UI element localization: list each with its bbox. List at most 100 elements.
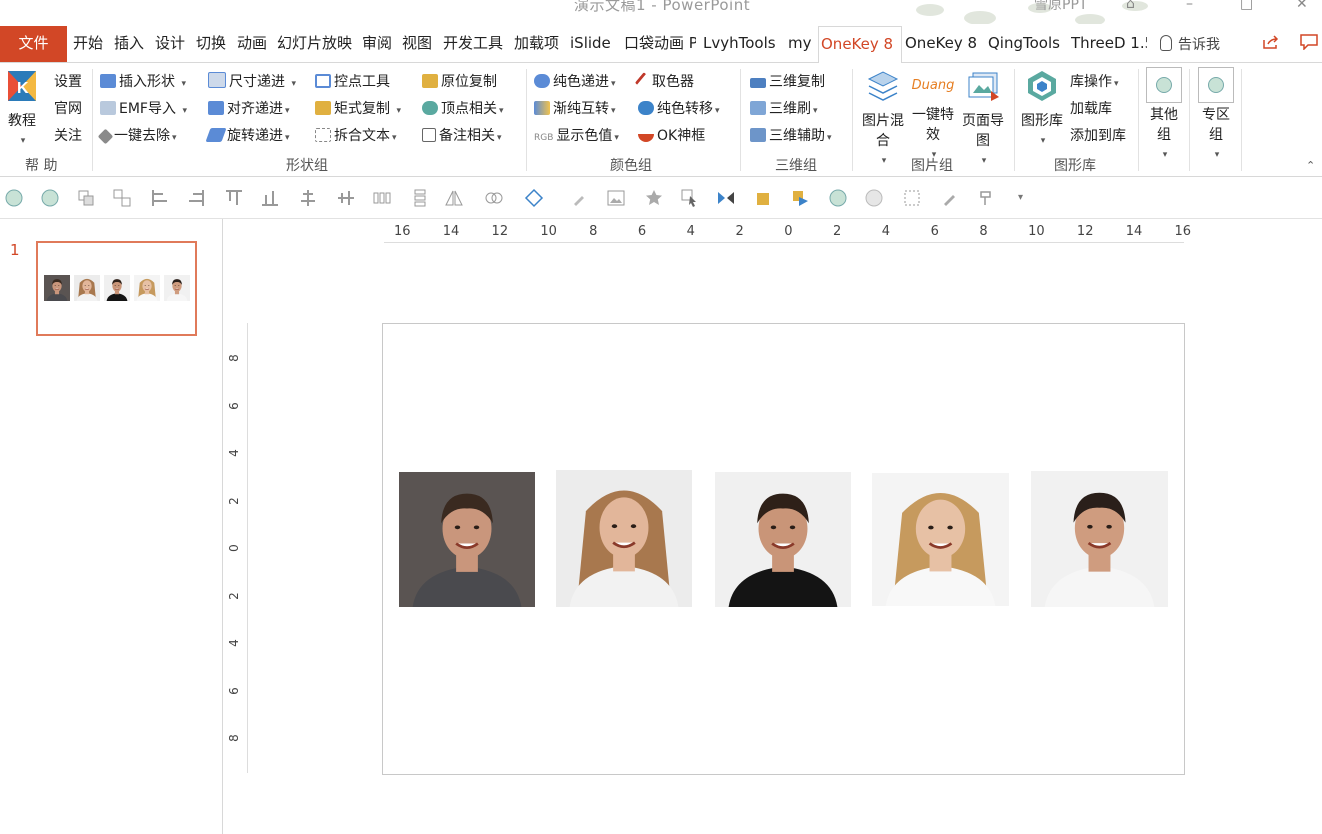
page-nav-button[interactable]: 页面导图 ▾	[958, 69, 1008, 171]
tutorial-button[interactable]: K 教程 ▾	[2, 69, 42, 151]
picture-icon[interactable]	[606, 188, 626, 208]
shape-color-icon[interactable]	[790, 188, 810, 208]
rotate-step-button[interactable]: 旋转递进 ▾	[205, 125, 290, 145]
share-icon[interactable]	[1262, 34, 1280, 50]
tab-transitions[interactable]: 切换	[196, 26, 226, 60]
star-icon[interactable]	[644, 188, 664, 208]
circle-tool-icon[interactable]	[40, 188, 60, 208]
merge-shapes-icon[interactable]	[484, 188, 504, 208]
ok-frame-button[interactable]: OK神框	[638, 125, 705, 145]
fill-color-icon[interactable]	[754, 188, 774, 208]
solid-transfer-button[interactable]: 纯色转移 ▾	[638, 98, 720, 118]
duang-effect-button[interactable]: Duang 一键特效 ▾	[910, 69, 956, 165]
tab-developer[interactable]: 开发工具	[443, 26, 503, 60]
special-group-button[interactable]: 专区组 ▾	[1196, 67, 1236, 165]
restore-ribbon-icon[interactable]: ⌂	[1126, 0, 1142, 12]
color-picker-button[interactable]: 取色器	[634, 71, 694, 91]
special-group-icon	[1198, 67, 1234, 103]
size-step-button[interactable]: 尺寸递进 ▾	[208, 71, 296, 91]
tab-design[interactable]: 设计	[155, 26, 185, 60]
align-left-icon[interactable]	[150, 188, 170, 208]
split-text-button[interactable]: 拆合文本 ▾	[315, 125, 397, 145]
portrait-photo[interactable]	[715, 472, 851, 607]
tab-review[interactable]: 审阅	[362, 26, 392, 60]
portrait-photo[interactable]	[872, 473, 1009, 606]
tab-threed[interactable]: ThreeD 1.5	[1071, 26, 1147, 60]
brush-icon[interactable]	[570, 188, 590, 208]
tell-me-search[interactable]: 告诉我	[1160, 34, 1220, 54]
circle-disabled-icon[interactable]	[864, 188, 884, 208]
eyedropper-icon[interactable]	[940, 188, 960, 208]
tab-lvyhtools[interactable]: LvyhTools	[703, 26, 776, 60]
tab-islide[interactable]: iSlide	[570, 26, 611, 60]
minimize-icon[interactable]: –	[1186, 0, 1202, 12]
flip-icon[interactable]	[444, 188, 464, 208]
settings-button[interactable]: 设置	[54, 71, 82, 91]
library-ops-button[interactable]: 库操作 ▾	[1070, 71, 1119, 91]
tab-slideshow[interactable]: 幻灯片放映	[277, 26, 352, 60]
tab-view[interactable]: 视图	[402, 26, 432, 60]
matrix-copy-button[interactable]: 矩式复制 ▾	[315, 98, 401, 118]
collapse-ribbon-icon[interactable]: ⌃	[1306, 159, 1315, 172]
maximize-icon[interactable]: □	[1240, 0, 1256, 12]
show-color-button[interactable]: RGB 显示色值 ▾	[534, 125, 619, 145]
slide-canvas[interactable]	[382, 323, 1185, 775]
insert-shape-button[interactable]: 插入形状 ▾	[100, 71, 186, 91]
align-middle-icon[interactable]	[336, 188, 356, 208]
note-button[interactable]: 备注相关 ▾	[422, 125, 502, 145]
select-pointer-icon[interactable]	[680, 188, 700, 208]
threed-assist-button[interactable]: 三维辅助 ▾	[750, 125, 832, 145]
tab-insert[interactable]: 插入	[114, 26, 144, 60]
tab-qingtools[interactable]: QingTools	[988, 26, 1060, 60]
vertex-button[interactable]: 顶点相关 ▾	[422, 98, 504, 118]
threed-copy-button[interactable]: 三维复制	[750, 71, 825, 91]
emf-import-button[interactable]: EMF导入 ▾	[100, 98, 187, 118]
portrait-photo[interactable]	[399, 472, 535, 607]
insert-shape-icon	[100, 74, 116, 88]
split-text-icon	[315, 128, 331, 142]
image-blend-button[interactable]: 图片混合 ▾	[858, 69, 908, 171]
comment-icon[interactable]	[1300, 34, 1318, 50]
tab-my[interactable]: my	[788, 26, 812, 60]
load-library-button[interactable]: 加载库	[1070, 98, 1112, 118]
shape-library-button[interactable]: 图形库 ▾	[1020, 69, 1064, 151]
portrait-photo[interactable]	[1031, 471, 1168, 607]
tab-pocket-animation[interactable]: 口袋动画 P	[624, 26, 696, 60]
threed-brush-button[interactable]: 三维刷 ▾	[750, 98, 818, 118]
circle-tool-icon[interactable]	[828, 188, 848, 208]
tab-onekey-active[interactable]: OneKey 8	[818, 26, 902, 64]
matrix-copy-icon	[315, 101, 331, 115]
close-icon[interactable]: ✕	[1296, 0, 1312, 12]
format-painter-icon[interactable]	[976, 188, 996, 208]
align-center-icon[interactable]	[298, 188, 318, 208]
tab-animations[interactable]: 动画	[237, 26, 267, 60]
tab-onekey[interactable]: OneKey 8	[905, 26, 977, 60]
other-group-button[interactable]: 其他组 ▾	[1144, 67, 1184, 165]
circle-tool-icon[interactable]	[4, 188, 24, 208]
align-step-button[interactable]: 对齐递进 ▾	[208, 98, 290, 118]
group-icon[interactable]	[76, 188, 96, 208]
slide-thumbnail[interactable]	[36, 241, 197, 336]
website-button[interactable]: 官网	[54, 98, 82, 118]
original-copy-button[interactable]: 原位复制	[422, 71, 497, 91]
edit-shape-icon[interactable]	[524, 188, 544, 208]
animation-timer-icon[interactable]	[716, 188, 736, 208]
crop-frame-icon[interactable]	[902, 188, 922, 208]
align-right-icon[interactable]	[186, 188, 206, 208]
customize-toolbar-icon[interactable]: ▾	[1018, 192, 1023, 203]
tab-home[interactable]: 开始	[73, 26, 103, 60]
align-bottom-icon[interactable]	[260, 188, 280, 208]
align-top-icon[interactable]	[224, 188, 244, 208]
distribute-vertical-icon[interactable]	[410, 188, 430, 208]
tab-file[interactable]: 文件	[0, 26, 67, 62]
gradient-swap-button[interactable]: 渐纯互转 ▾	[534, 98, 616, 118]
add-to-library-button[interactable]: 添加到库	[1070, 125, 1126, 145]
one-key-remove-button[interactable]: 一键去除 ▾	[97, 125, 177, 145]
solid-step-button[interactable]: 纯色递进 ▾	[534, 71, 616, 91]
distribute-horizontal-icon[interactable]	[372, 188, 392, 208]
portrait-photo[interactable]	[556, 470, 692, 607]
ungroup-icon[interactable]	[112, 188, 132, 208]
control-point-button[interactable]: 控点工具	[315, 71, 390, 91]
follow-button[interactable]: 关注	[54, 125, 82, 145]
tab-addins[interactable]: 加载项	[514, 26, 559, 60]
